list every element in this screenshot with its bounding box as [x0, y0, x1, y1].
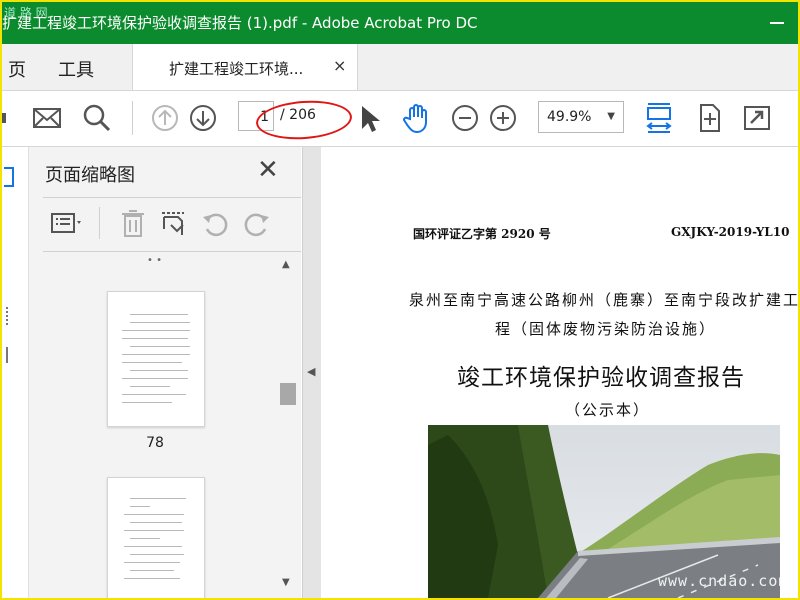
panel-title: 页面缩略图 [45, 165, 135, 186]
menu-home[interactable]: 页 [8, 56, 26, 82]
rotate-right-icon[interactable] [241, 207, 273, 239]
scrollbar-thumb[interactable] [280, 383, 296, 405]
page-number-label: 78 [146, 435, 164, 451]
options-menu-icon[interactable] [45, 207, 81, 239]
close-panel-icon[interactable]: ✕ [257, 155, 279, 185]
panel-collapse-handle[interactable]: ◀ [302, 147, 322, 598]
extract-page-icon[interactable] [157, 207, 189, 239]
project-name-line2: 程（固体废物污染防治设施） [495, 320, 717, 338]
search-icon[interactable] [80, 101, 114, 135]
report-code: GXJKY-2019-YL10 [671, 225, 790, 239]
collapse-arrow-icon: ◀ [307, 365, 316, 378]
minimize-button[interactable] [770, 22, 784, 24]
zoom-in-icon[interactable] [486, 101, 520, 135]
panel-divider [43, 251, 301, 252]
bookmarks-nav-icon[interactable] [6, 307, 12, 325]
navigation-strip [2, 147, 29, 598]
menu-tools[interactable]: 工具 [58, 56, 94, 82]
save-icon[interactable] [2, 101, 22, 135]
email-icon[interactable] [30, 101, 64, 135]
next-page-icon[interactable] [186, 101, 220, 135]
public-edition-note: （公示本） [565, 401, 651, 419]
thumbnail-list: • • 78 ▲ ▼ [29, 255, 301, 598]
panel-tool-divider [99, 207, 100, 239]
window-title: 扩建工程竣工环境保护验收调查报告 (1).pdf - Adobe Acrobat… [2, 14, 478, 32]
previous-page-icon[interactable] [148, 101, 182, 135]
toolbar: 1 / 206 49.9% ▼ [2, 91, 798, 147]
document-page: 国环评证乙字第 2920 号 GXJKY-2019-YL10 泉州至南宁高速公路… [321, 147, 798, 598]
full-screen-icon[interactable] [740, 101, 774, 135]
certificate-number: 国环评证乙字第 2920 号 [413, 227, 551, 241]
select-arrow-icon[interactable] [352, 101, 386, 135]
pages-nav-icon[interactable] [4, 167, 14, 187]
delete-page-icon[interactable] [117, 207, 149, 239]
rotate-left-icon[interactable] [199, 207, 231, 239]
fit-page-icon[interactable] [692, 101, 726, 135]
watermark-url: www.cndao.com [658, 572, 789, 590]
thumbnail-scrollbar[interactable]: ▲ ▼ [279, 255, 297, 598]
project-name-line1: 泉州至南宁高速公路柳州（鹿寨）至南宁段改扩建工 [409, 291, 800, 309]
close-tab-icon[interactable]: × [333, 56, 346, 75]
zoom-select[interactable]: 49.9% ▼ [538, 101, 624, 133]
report-title: 竣工环境保护验收调查报告 [457, 365, 745, 391]
tab-bar: 页 工具 扩建工程竣工环境... × [2, 44, 798, 91]
scroll-up-icon[interactable]: ▲ [282, 259, 290, 270]
fit-width-icon[interactable] [642, 101, 676, 135]
page-thumbnail[interactable] [107, 477, 205, 598]
thumbnails-panel: 页面缩略图 ✕ • • 78 ▲ ▼ [29, 147, 301, 598]
layers-nav-icon[interactable] [6, 347, 12, 363]
page-thumbnail[interactable] [107, 291, 205, 427]
more-pages-dots: • • [147, 255, 162, 266]
toolbar-divider [132, 101, 133, 135]
chevron-down-icon: ▼ [607, 111, 615, 122]
zoom-value: 49.9% [547, 109, 592, 125]
zoom-out-icon[interactable] [448, 101, 482, 135]
panel-divider [43, 197, 301, 198]
hand-tool-icon[interactable] [400, 101, 434, 135]
document-tab-label: 扩建工程竣工环境... [169, 60, 304, 78]
document-tab[interactable]: 扩建工程竣工环境... × [132, 44, 358, 90]
scroll-down-icon[interactable]: ▼ [282, 577, 290, 588]
title-bar: 道 路 网 扩建工程竣工环境保护验收调查报告 (1).pdf - Adobe A… [2, 2, 798, 44]
app-window: 道 路 网 扩建工程竣工环境保护验收调查报告 (1).pdf - Adobe A… [0, 0, 800, 600]
